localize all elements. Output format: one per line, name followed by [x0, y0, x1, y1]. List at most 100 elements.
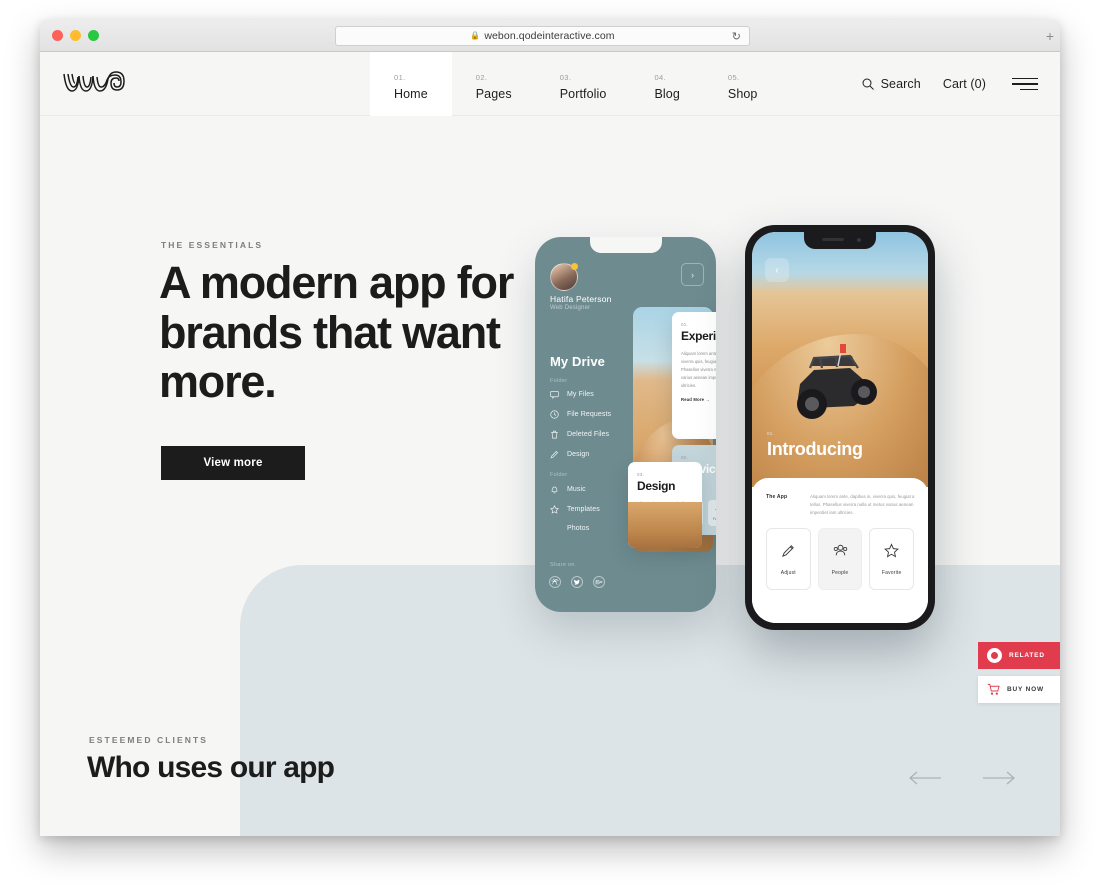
cart-icon [987, 683, 1000, 695]
card-photo [628, 502, 702, 548]
clients-title: Who uses our app [87, 751, 335, 784]
minimize-window-button[interactable] [70, 30, 81, 41]
nav-label: Portfolio [559, 86, 607, 101]
nav-label: Pages [475, 86, 512, 101]
menu-label: Deleted Files [567, 431, 610, 438]
menu-label: My Files [567, 391, 594, 398]
main-navigation[interactable]: 01. Home 02. Pages 03. Portfolio 04. Blo… [370, 52, 781, 116]
menu-item-file-requests[interactable]: File Requests [550, 410, 611, 419]
related-widget-button[interactable]: RELATED [978, 642, 1060, 669]
search-label: Search [880, 77, 921, 91]
nav-num: 04. [654, 73, 667, 82]
people-icon [833, 544, 847, 555]
social-links[interactable] [549, 576, 605, 588]
chat-icon [550, 390, 559, 399]
search-button[interactable]: Search [862, 77, 921, 91]
action-card-favorite[interactable]: Favorite [869, 528, 915, 590]
card-number: 03. [637, 472, 645, 477]
arrow-left-icon[interactable] [908, 770, 942, 786]
site-header: 01. Home 02. Pages 03. Portfolio 04. Blo… [40, 52, 1060, 116]
phone-notch [804, 232, 876, 249]
nav-num: 01. [394, 73, 406, 82]
dune-buggy-image [797, 344, 877, 419]
arrow-right-icon[interactable] [982, 770, 1016, 786]
menu-item-design[interactable]: Design [550, 450, 589, 459]
nav-item-portfolio[interactable]: 03. Portfolio [536, 52, 631, 116]
action-card-label: People [831, 569, 849, 576]
card-experience[interactable]: 01. Experience Aliquam lorem ante, dapib… [672, 312, 716, 439]
qode-q-icon [987, 648, 1002, 663]
action-card-label: Adjust [780, 569, 796, 576]
status-dot [571, 263, 578, 270]
nav-num: 05. [727, 73, 740, 82]
clients-section: ESTEEMED CLIENTS Who uses our app [40, 692, 1060, 836]
trash-icon [551, 430, 558, 439]
back-button[interactable]: ‹ [765, 258, 789, 282]
menu-item-templates[interactable]: Templates [550, 505, 600, 514]
url-text: webon.qodeinteractive.com [484, 30, 615, 42]
phone-mockup-right[interactable]: ‹ 01. Introducing The App Aliquam lorem … [745, 225, 935, 630]
cart-button[interactable]: Cart (0) [943, 77, 986, 91]
behance-icon[interactable] [593, 576, 605, 588]
bell-icon [551, 486, 558, 494]
reload-icon[interactable]: ↻ [732, 30, 741, 43]
next-button[interactable]: › [681, 263, 704, 286]
nav-num: 03. [559, 73, 572, 82]
search-icon [862, 78, 874, 90]
sheet-body: Aliquam lorem ante, dapibus in, viverra … [810, 494, 915, 516]
star-icon [884, 542, 900, 558]
menu-item-music[interactable]: Music [550, 485, 586, 494]
hero-title: A modern app for brands that want more. [159, 257, 514, 407]
tile-favorite[interactable]: Favorite [708, 500, 716, 526]
clock-icon [550, 410, 559, 419]
menu-item-my-files[interactable]: My Files [550, 390, 594, 399]
section-label-folder-2: Folder [550, 472, 568, 478]
side-widgets: RELATED BUY NOW [978, 642, 1060, 703]
action-card-adjust[interactable]: Adjust [766, 528, 811, 590]
dribbble-icon[interactable] [549, 576, 561, 588]
phone-mockup-left[interactable]: Hatifa Peterson Web Designer › My Drive … [535, 237, 716, 612]
browser-window: 🔒 webon.qodeinteractive.com ↻ + 01. Home… [40, 20, 1060, 836]
close-window-button[interactable] [52, 30, 63, 41]
menu-label: Music [567, 486, 586, 493]
qode-q-icon-inner [991, 652, 998, 659]
action-card-people[interactable]: People [817, 528, 863, 590]
hero-title: Introducing [767, 439, 863, 459]
header-actions: Search Cart (0) [862, 52, 1038, 116]
nav-num: 02. [475, 73, 488, 82]
hero-photo-desert: ‹ 01. Introducing [752, 232, 928, 487]
new-tab-button[interactable]: + [1046, 29, 1054, 43]
action-card-label: Favorite [881, 569, 902, 576]
buy-now-widget-button[interactable]: BUY NOW [978, 676, 1060, 703]
menu-item-photos[interactable]: Photos [550, 525, 589, 532]
nav-label: Blog [654, 86, 680, 101]
hamburger-icon[interactable] [1012, 77, 1038, 91]
hero-number: 01. [767, 431, 775, 436]
clients-eyebrow: ESTEEMED CLIENTS [89, 735, 209, 745]
nav-label: Shop [727, 86, 758, 101]
nav-item-home[interactable]: 01. Home [370, 52, 452, 116]
address-bar[interactable]: 🔒 webon.qodeinteractive.com ↻ [335, 26, 750, 46]
read-more-link[interactable]: Read More → [681, 397, 716, 402]
phone-screen: ‹ 01. Introducing The App Aliquam lorem … [752, 232, 928, 623]
card-design[interactable]: 03. Design Aliquam lorem ante, dapibus i… [628, 462, 702, 548]
webon-logo[interactable] [61, 67, 133, 98]
page-content: 01. Home 02. Pages 03. Portfolio 04. Blo… [40, 52, 1060, 836]
nav-item-shop[interactable]: 05. Shop [704, 52, 782, 116]
card-title: Design [637, 479, 676, 493]
menu-item-deleted-files[interactable]: Deleted Files [550, 430, 609, 439]
nav-item-blog[interactable]: 04. Blog [630, 52, 703, 116]
nav-item-pages[interactable]: 02. Pages [452, 52, 536, 116]
drive-title: My Drive [550, 354, 605, 369]
maximize-window-button[interactable] [88, 30, 99, 41]
section-label-folder-1: Folder [550, 378, 568, 384]
avatar [550, 263, 578, 291]
window-traffic-lights[interactable] [52, 30, 99, 41]
hamburger-line [1012, 83, 1038, 85]
view-more-button[interactable]: View more [161, 446, 305, 480]
twitter-icon[interactable] [571, 576, 583, 588]
nav-label: Home [394, 86, 428, 101]
menu-label: Photos [567, 525, 590, 532]
hamburger-line [1012, 77, 1038, 80]
star-icon [715, 508, 716, 510]
